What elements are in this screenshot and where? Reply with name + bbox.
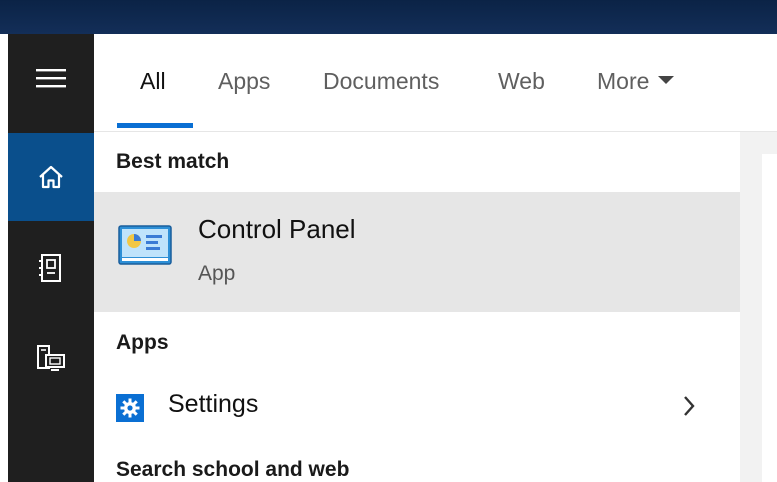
- hamburger-menu-button[interactable]: [8, 34, 94, 122]
- settings-label: Settings: [168, 390, 259, 418]
- preview-pane-content: [762, 154, 777, 482]
- results-list: Best match Control Panel App Apps Settin…: [94, 132, 740, 482]
- devices-button[interactable]: [8, 314, 94, 402]
- home-icon: [39, 165, 63, 189]
- tab-more-label: More: [597, 68, 650, 94]
- window-left-edge: [0, 34, 8, 482]
- gear-icon: [116, 394, 144, 422]
- best-match-title: Control Panel: [198, 214, 356, 244]
- chevron-right-icon: [684, 396, 695, 416]
- best-match-result[interactable]: Control Panel App: [94, 192, 740, 312]
- preview-pane: [740, 132, 777, 482]
- best-match-heading: Best match: [116, 150, 230, 173]
- notebook-icon: [39, 254, 61, 282]
- tab-more[interactable]: More: [597, 68, 675, 95]
- filter-tabs: All Apps Documents Web More: [94, 34, 777, 132]
- control-panel-icon: [118, 225, 172, 265]
- search-panel: All Apps Documents Web More Best match C…: [94, 34, 777, 482]
- tab-documents[interactable]: Documents: [323, 68, 439, 95]
- tab-all[interactable]: All: [140, 68, 166, 95]
- tab-apps[interactable]: Apps: [218, 68, 270, 95]
- settings-result[interactable]: Settings: [94, 386, 740, 432]
- nav-rail: [8, 34, 94, 482]
- home-button[interactable]: [8, 133, 94, 221]
- devices-icon: [37, 345, 65, 371]
- hamburger-icon: [36, 69, 66, 88]
- apps-heading: Apps: [116, 331, 169, 354]
- tab-web[interactable]: Web: [498, 68, 545, 95]
- notebook-button[interactable]: [8, 224, 94, 312]
- caret-down-icon: [658, 75, 675, 84]
- best-match-subtitle: App: [198, 262, 236, 285]
- active-tab-indicator: [117, 123, 193, 128]
- window-top-bar: [0, 0, 777, 34]
- web-search-heading: Search school and web: [116, 458, 350, 481]
